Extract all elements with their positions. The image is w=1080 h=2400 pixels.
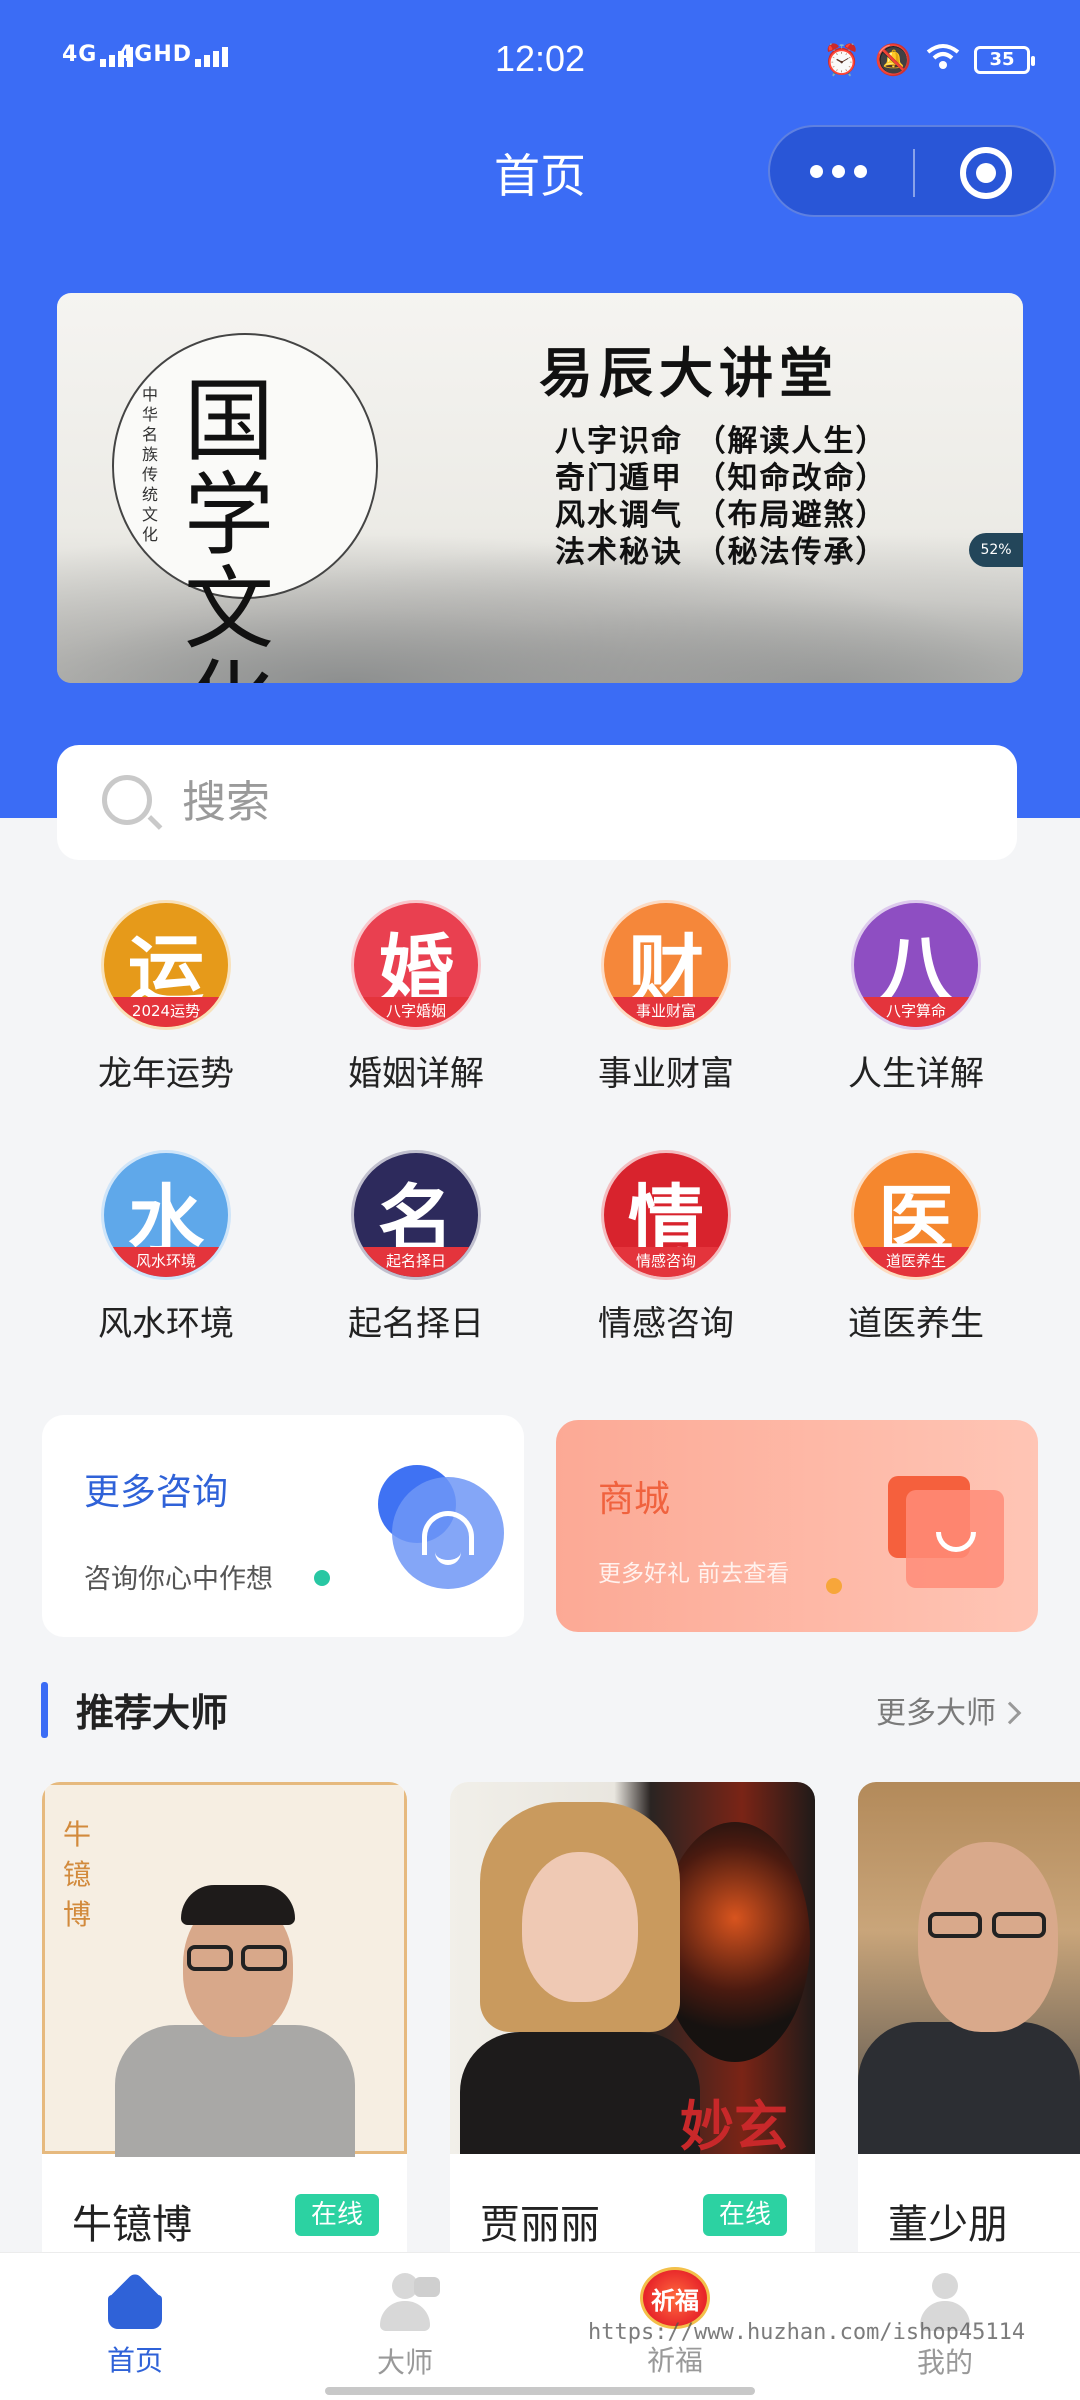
- more-consult-card[interactable]: 更多咨询 咨询你心中作想: [42, 1415, 524, 1637]
- banner-line: 八字识命 （解读人生）: [555, 424, 888, 459]
- tab-label: 大师: [376, 2346, 433, 2379]
- photo-caption: 妙玄: [680, 2094, 788, 2158]
- bazi-icon: 八八字算命: [851, 900, 981, 1030]
- search-icon: [102, 775, 152, 825]
- shop-card[interactable]: 商城 更多好礼 前去查看: [556, 1420, 1038, 1632]
- wifi-icon: [926, 42, 960, 78]
- recommended-masters-title: 推荐大师: [76, 1691, 229, 1735]
- wealth-icon: 财事业财富: [601, 900, 731, 1030]
- category-item-emotion[interactable]: 情情感咨询 情感咨询: [541, 1150, 791, 1345]
- more-masters-link[interactable]: 更多大师: [876, 1688, 1022, 1732]
- master-name: 牛镱博: [72, 2202, 192, 2248]
- master-name: 董少朋: [888, 2202, 1008, 2248]
- close-miniprogram-icon[interactable]: [960, 147, 1012, 199]
- online-badge: 在线: [702, 2194, 787, 2236]
- fortune-icon: 运 2024运势: [101, 900, 231, 1030]
- category-item-fortune[interactable]: 运 2024运势 龙年运势: [41, 900, 291, 1095]
- category-label: 风水环境: [98, 1304, 234, 1344]
- shop-dot: [826, 1578, 842, 1594]
- seal-text: 国学文化: [184, 369, 274, 684]
- consult-subtitle: 咨询你心中作想: [84, 1564, 273, 1595]
- banner-badge: 52%: [969, 533, 1023, 567]
- photo-caption: 牛镱博: [63, 1818, 92, 1931]
- category-label: 龙年运势: [98, 1054, 234, 1094]
- battery-icon: 35: [974, 46, 1035, 74]
- miniprogram-capsule: [768, 125, 1056, 217]
- banner-lines: 八字识命 （解读人生） 奇门遁甲 （知命改命） 风水调气 （布局避煞） 法术秘诀…: [555, 423, 887, 571]
- banner-line: 风水调气 （布局避煞）: [555, 498, 888, 533]
- category-label: 婚姻详解: [348, 1054, 484, 1094]
- alarm-icon: ⏰: [823, 42, 861, 78]
- shop-subtitle: 更多好礼 前去查看: [598, 1561, 790, 1587]
- search-input[interactable]: [182, 767, 982, 837]
- category-label: 事业财富: [598, 1054, 734, 1094]
- more-options-icon[interactable]: [810, 165, 867, 178]
- banner-seal-logo: 国学文化 中华名族传统文化: [112, 333, 378, 683]
- banner-line: 奇门遁甲 （知命改命）: [555, 461, 888, 496]
- category-item-wealth[interactable]: 财事业财富 事业财富: [541, 900, 791, 1095]
- headset-icon: [422, 1511, 474, 1565]
- banner-line: 法术秘诀 （秘法传承）: [555, 535, 888, 570]
- emotion-icon: 情情感咨询: [601, 1150, 731, 1280]
- online-badge: 在线: [294, 2194, 379, 2236]
- health-icon: 医道医养生: [851, 1150, 981, 1280]
- section-accent-bar: [41, 1682, 48, 1738]
- category-label: 情感咨询: [598, 1304, 734, 1344]
- status-bar: 4G 4GHD 12:02 ⏰ 🔕 35: [0, 0, 1080, 120]
- master-photo: 妙玄: [450, 1782, 815, 2158]
- tab-label: 我的: [916, 2346, 973, 2379]
- category-item-naming[interactable]: 名起名择日 起名择日: [291, 1150, 541, 1345]
- chevron-right-icon: [998, 1701, 1022, 1725]
- consult-dot: [314, 1570, 330, 1586]
- master-chat-icon: [374, 2273, 440, 2331]
- tab-label: 首页: [106, 2344, 163, 2377]
- search-box[interactable]: [57, 745, 1017, 860]
- master-photo: 牛镱博: [42, 1782, 407, 2157]
- fengshui-icon: 水风水环境: [101, 1150, 231, 1280]
- shop-title: 商城: [598, 1479, 671, 1520]
- consult-title: 更多咨询: [84, 1472, 229, 1513]
- category-item-marriage[interactable]: 婚八字婚姻 婚姻详解: [291, 900, 541, 1095]
- category-label: 人生详解: [848, 1054, 984, 1094]
- banner-title: 易辰大讲堂: [539, 341, 839, 405]
- master-photo: [858, 1782, 1080, 2154]
- mute-icon: 🔕: [874, 42, 912, 78]
- naming-icon: 名起名择日: [351, 1150, 481, 1280]
- gesture-home-bar[interactable]: [325, 2387, 755, 2395]
- category-label: 道医养生: [848, 1304, 984, 1344]
- master-card[interactable]: 牛镱博 牛镱博 在线: [42, 1782, 407, 2252]
- capsule-divider: [913, 149, 915, 197]
- home-icon: [104, 2271, 166, 2329]
- category-item-fengshui[interactable]: 水风水环境 风水环境: [41, 1150, 291, 1345]
- master-name: 贾丽丽: [480, 2202, 600, 2248]
- watermark: https://www.huzhan.com/ishop45114: [588, 2320, 1026, 2345]
- master-card[interactable]: 妙玄 贾丽丽 在线: [450, 1782, 815, 2252]
- seal-vertical-text: 中华名族传统文化: [142, 385, 159, 544]
- status-icons: ⏰ 🔕 35: [823, 42, 1035, 78]
- tab-label: 祈福: [646, 2344, 703, 2377]
- category-label: 起名择日: [348, 1304, 484, 1344]
- marriage-icon: 婚八字婚姻: [351, 900, 481, 1030]
- master-card[interactable]: 董少朋: [858, 1782, 1080, 2252]
- banner-carousel[interactable]: 国学文化 中华名族传统文化 易辰大讲堂 八字识命 （解读人生） 奇门遁甲 （知命…: [57, 293, 1023, 683]
- category-item-health[interactable]: 医道医养生 道医养生: [791, 1150, 1041, 1345]
- tab-home[interactable]: 首页: [45, 2271, 225, 2379]
- tab-masters[interactable]: 大师: [315, 2273, 495, 2381]
- category-item-life[interactable]: 八八字算命 人生详解: [791, 900, 1041, 1095]
